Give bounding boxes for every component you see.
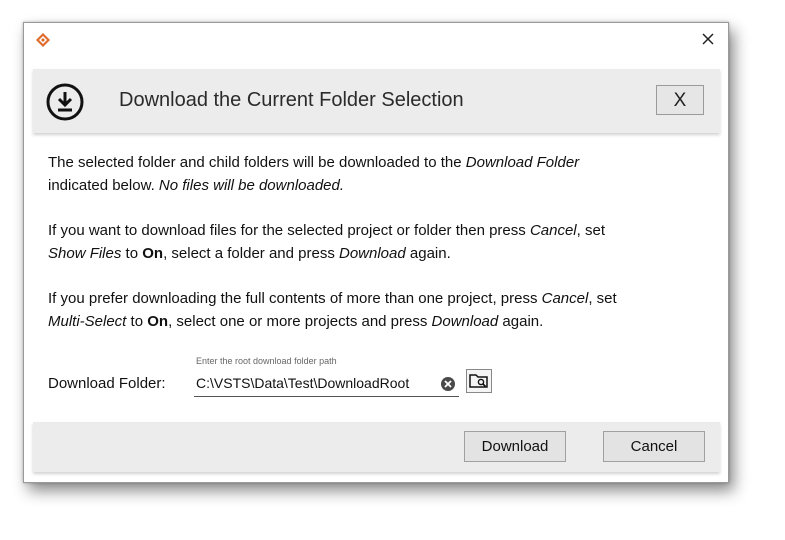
download-circle-icon [45, 82, 85, 122]
cancel-button[interactable]: Cancel [603, 431, 705, 462]
dialog-title: Download the Current Folder Selection [119, 89, 464, 111]
info-paragraph-3: If you prefer downloading the full conte… [48, 290, 617, 330]
download-folder-input[interactable]: C:\VSTS\Data\Test\DownloadRoot [194, 373, 459, 397]
dialog-footer: Download Cancel [33, 422, 720, 472]
close-icon[interactable] [698, 29, 718, 49]
app-diamond-icon [35, 32, 51, 48]
clear-circle-icon[interactable] [440, 376, 456, 392]
download-folder-hint: Enter the root download folder path [196, 356, 337, 366]
download-folder-value[interactable]: C:\VSTS\Data\Test\DownloadRoot [196, 375, 409, 391]
dialog-header: Download the Current Folder Selection X [33, 69, 720, 133]
browse-folder-button[interactable] [466, 369, 492, 393]
download-button[interactable]: Download [464, 431, 566, 462]
info-paragraph-1: The selected folder and child folders wi… [48, 154, 580, 194]
download-folder-row: Download Folder: Enter the root download… [48, 353, 708, 403]
dialog-window: Download the Current Folder Selection X … [23, 22, 729, 483]
info-paragraph-2: If you want to download files for the se… [48, 222, 605, 262]
header-close-button[interactable]: X [656, 85, 704, 115]
download-folder-label: Download Folder: [48, 375, 166, 392]
folder-search-icon [469, 374, 488, 388]
